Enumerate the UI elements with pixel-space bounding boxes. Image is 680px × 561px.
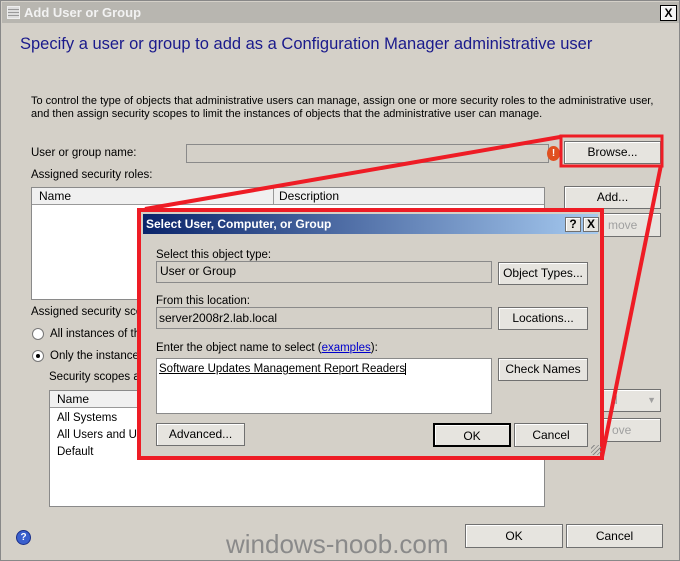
object-type-label: Select this object type: <box>156 249 272 261</box>
dialog-ok-button[interactable]: OK <box>433 423 511 447</box>
object-name-input[interactable]: Software Updates Management Report Reade… <box>156 358 492 414</box>
location-label: From this location: <box>156 295 250 307</box>
object-name-label-end: ): <box>370 342 378 354</box>
dialog-cancel-button[interactable]: Cancel <box>514 423 588 447</box>
browse-highlight-box <box>559 134 664 168</box>
check-names-button[interactable]: Check Names <box>498 358 588 381</box>
connector-line-right <box>600 164 663 458</box>
locations-button[interactable]: Locations... <box>498 307 588 330</box>
location-field: server2008r2.lab.local <box>156 307 492 329</box>
resize-grip-icon[interactable] <box>591 445 601 455</box>
connector-line-top <box>144 135 561 211</box>
object-name-label-text: Enter the object name to select ( <box>156 342 322 354</box>
object-name-value: Software Updates Management Report Reade… <box>159 363 407 375</box>
dialog-help-button[interactable]: ? <box>565 217 581 232</box>
select-user-dialog: Select User, Computer, or Group ? X Sele… <box>137 208 604 460</box>
object-type-field: User or Group <box>156 261 492 283</box>
dialog-close-button[interactable]: X <box>583 217 599 232</box>
examples-link[interactable]: examples <box>322 342 371 354</box>
dialog-title: Select User, Computer, or Group <box>146 217 332 231</box>
dialog-title-bar: Select User, Computer, or Group <box>143 214 598 234</box>
object-name-label: Enter the object name to select (example… <box>156 342 378 354</box>
object-types-button[interactable]: Object Types... <box>498 262 588 285</box>
advanced-button[interactable]: Advanced... <box>156 423 245 446</box>
